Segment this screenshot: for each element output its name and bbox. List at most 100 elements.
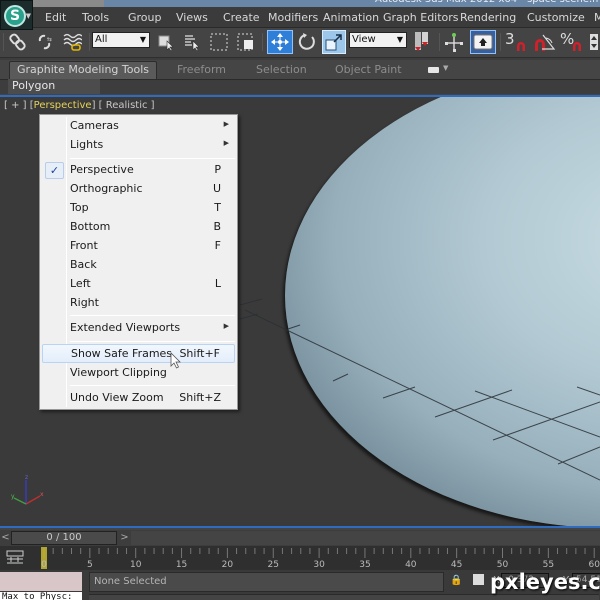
menu-maxscript[interactable]: M (594, 11, 600, 24)
bind-to-space-warp-button[interactable] (61, 31, 83, 53)
unlink-selection-button[interactable]: ⇆ (34, 31, 56, 53)
menu-item-orthographic[interactable]: Orthographic U (42, 180, 235, 199)
menu-group[interactable]: Group (128, 11, 162, 24)
percent-snap-toggle-button[interactable]: % (559, 30, 585, 53)
axis-label-z: z (25, 474, 28, 481)
select-and-manipulate-icon (445, 33, 463, 52)
panel-polygon-modeling[interactable]: Polygon Modeling (8, 79, 100, 106)
select-and-scale-button[interactable] (322, 30, 346, 54)
select-object-button[interactable] (155, 31, 177, 53)
menu-modifiers[interactable]: Modifiers (268, 11, 318, 24)
tab-freeform[interactable]: Freeform (177, 63, 226, 76)
ribbon: Graphite Modeling Tools Freeform Selecti… (0, 58, 600, 106)
ribbon-options-icon[interactable] (428, 67, 439, 73)
rectangular-selection-region-button[interactable] (208, 31, 230, 53)
select-and-rotate-button[interactable] (296, 31, 318, 53)
ribbon-tab-row: Graphite Modeling Tools Freeform Selecti… (0, 60, 600, 80)
mouse-cursor-icon (170, 352, 181, 369)
menu-views[interactable]: Views (176, 11, 208, 24)
menu-item-back[interactable]: Back (42, 256, 235, 275)
menu-item-label: Undo View Zoom (70, 391, 164, 404)
viewport-general-menu[interactable]: [ + ] (4, 100, 27, 111)
viewport-point-of-view-menu[interactable]: Perspective (34, 100, 92, 111)
selection-filter-dropdown[interactable]: All ▼ (92, 32, 150, 48)
time-slider-prev-button[interactable]: < (0, 531, 11, 545)
submenu-arrow-icon: ▶ (223, 322, 229, 330)
menu-create[interactable]: Create (223, 11, 260, 24)
submenu-arrow-icon: ▶ (223, 139, 229, 147)
menu-item-top[interactable]: Top T (42, 199, 235, 218)
spinner-snap-icon (590, 34, 598, 50)
axis-label-x: x (40, 491, 44, 498)
menu-rendering[interactable]: Rendering (460, 11, 516, 24)
menu-item-extended-viewports[interactable]: Extended Viewports ▶ (42, 319, 235, 338)
maxscript-mini-listener-output[interactable] (0, 572, 82, 591)
menu-item-right[interactable]: Right (42, 294, 235, 313)
reference-coordinate-system-value: View (352, 34, 376, 45)
menu-item-left[interactable]: Left L (42, 275, 235, 294)
use-pivot-point-button[interactable] (411, 31, 433, 53)
tab-object-paint[interactable]: Object Paint (335, 63, 402, 76)
frame-tick-label: 55 (543, 560, 554, 570)
time-slider-next-button[interactable]: > (119, 531, 130, 545)
menu-item-label: Bottom (70, 220, 111, 233)
menu-item-viewport-clipping[interactable]: Viewport Clipping (42, 364, 235, 383)
select-and-move-button[interactable] (267, 30, 293, 54)
open-mini-curve-editor-icon[interactable] (6, 550, 24, 564)
time-slider[interactable]: 0 / 100 (11, 531, 117, 545)
watermark: pxleyes.com (490, 570, 600, 594)
menu-item-shortcut: Shift+Z (179, 391, 221, 404)
application-button[interactable]: S ▼ (0, 0, 33, 30)
frame-tick-label: 60 (588, 560, 600, 570)
frame-ruler[interactable]: 0 5 10 15 20 25 30 35 40 45 50 55 60 (40, 546, 600, 570)
frame-tick-label: 40 (405, 560, 417, 570)
checkmark-icon: ✓ (45, 162, 64, 179)
chevron-down-icon[interactable]: ▼ (443, 64, 448, 72)
menu-item-shortcut: U (212, 182, 221, 195)
snaps-toggle-button[interactable]: 3 (503, 30, 529, 53)
select-and-link-button[interactable] (7, 31, 29, 53)
track-bar[interactable]: 0 5 10 15 20 25 30 35 40 45 50 55 60 (0, 546, 600, 570)
menu-item-lights[interactable]: Lights ▶ (42, 136, 235, 155)
menu-item-cameras[interactable]: Cameras ▶ (42, 117, 235, 136)
menu-item-label: Lights (70, 138, 104, 151)
viewport-shading-menu[interactable]: [ Realistic ] (99, 100, 155, 111)
menu-customize[interactable]: Customize (527, 11, 585, 24)
select-by-name-icon (185, 35, 200, 51)
menu-item-undo-view-zoom[interactable]: Undo View Zoom Shift+Z (42, 389, 235, 408)
chevron-down-icon: ▼ (139, 35, 146, 44)
menu-graph-editors[interactable]: Graph Editors (383, 11, 459, 24)
select-and-scale-icon (325, 34, 342, 51)
menu-item-shortcut: P (214, 163, 221, 176)
menu-item-show-safe-frames[interactable]: Show Safe Frames Shift+F (42, 344, 235, 363)
menu-item-label: Back (70, 258, 97, 271)
menu-animation[interactable]: Animation (323, 11, 379, 24)
menu-item-perspective[interactable]: ✓ Perspective P (42, 161, 235, 180)
menu-edit[interactable]: Edit (45, 11, 66, 24)
reference-coordinate-system-dropdown[interactable]: View ▼ (349, 32, 407, 48)
axis-tripod-icon: z x y (11, 474, 44, 505)
select-by-name-button[interactable] (181, 31, 203, 53)
tab-selection[interactable]: Selection (256, 63, 307, 76)
maxscript-mini-listener-input[interactable]: Max to Physc: (0, 592, 82, 600)
time-slider-track (131, 531, 600, 545)
window-crossing-button[interactable] (235, 31, 257, 53)
window-crossing-icon (237, 33, 253, 51)
absolute-mode-transform-icon[interactable] (473, 574, 484, 585)
menu-item-bottom[interactable]: Bottom B (42, 218, 235, 237)
menu-tools[interactable]: Tools (82, 11, 109, 24)
use-pivot-point-icon (415, 32, 428, 51)
frame-tick-label: 5 (87, 560, 93, 570)
spinner-snap-toggle-button[interactable] (588, 31, 600, 53)
frame-tick-label: 50 (497, 560, 509, 570)
menu-item-shortcut: F (214, 239, 221, 252)
menu-item-front[interactable]: Front F (42, 237, 235, 256)
tab-graphite-modeling-tools[interactable]: Graphite Modeling Tools (9, 61, 157, 79)
angle-snap-toggle-button[interactable] (532, 31, 558, 53)
select-and-link-icon (9, 33, 26, 51)
keyboard-shortcut-override-button[interactable] (470, 30, 496, 54)
axis-label-y: y (11, 493, 15, 500)
select-and-manipulate-button[interactable] (443, 31, 465, 53)
menu-item-shortcut: Shift+F (179, 347, 220, 360)
lock-selection-icon[interactable]: 🔒 (450, 575, 462, 586)
